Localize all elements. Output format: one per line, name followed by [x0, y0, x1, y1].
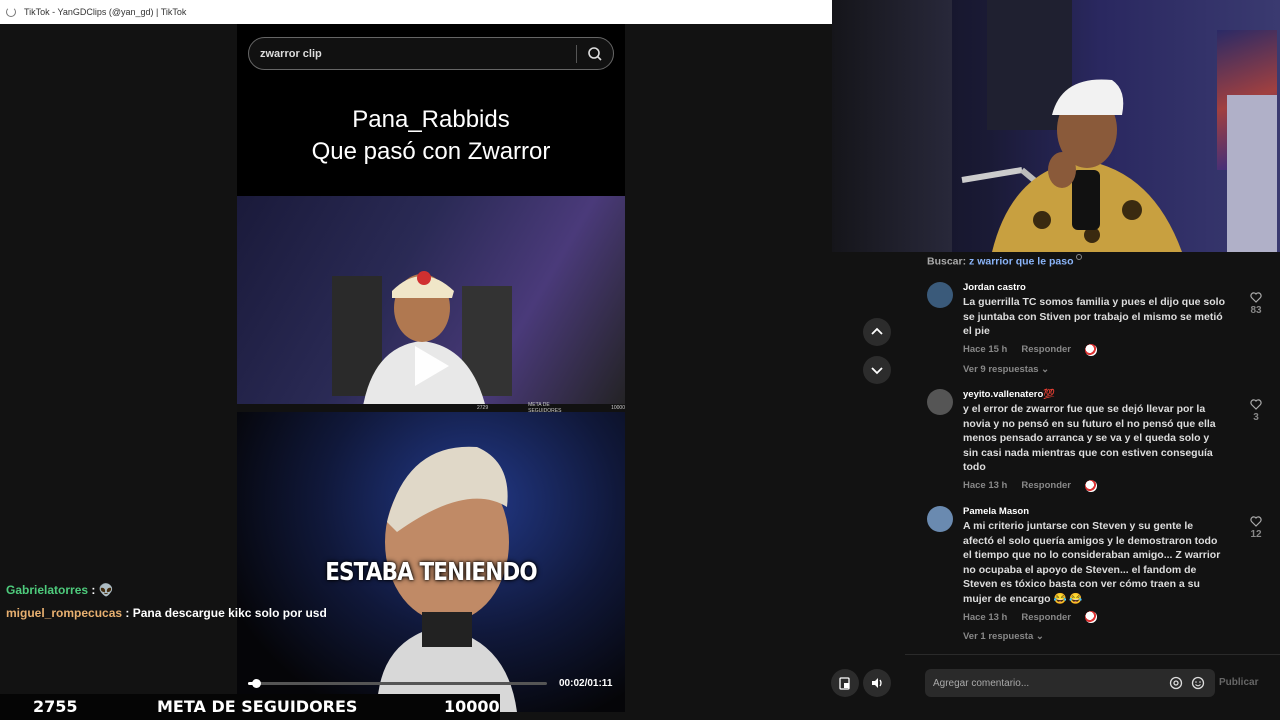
chat-username: Gabrielatorres [6, 583, 89, 597]
comment-username[interactable]: yeyito.vallenatero💯 [963, 389, 1225, 400]
search-suggestion-label: Buscar: [927, 255, 967, 268]
webcam-poster-frame [1227, 95, 1277, 252]
publish-button[interactable]: Publicar [1219, 677, 1258, 688]
progress-bar[interactable] [248, 679, 547, 688]
avatar[interactable] [927, 282, 953, 308]
follower-goal-value: 10000 [444, 697, 500, 716]
video-caption: ESTABA TENIENDO [325, 557, 537, 586]
browser-titlebar: TikTok - YanGDClips (@yan_gd) | TikTok [0, 0, 832, 24]
video-title-line2: Que pasó con Zwarror [311, 138, 551, 165]
video-time: 00:02/01:11 [559, 678, 613, 689]
reaction-icon[interactable] [1085, 611, 1097, 623]
comments-divider [905, 654, 1280, 655]
video-title: Pana_Rabbids Que pasó con Zwarror [237, 104, 625, 168]
pip-button[interactable] [831, 669, 859, 697]
webcam-door [832, 0, 952, 252]
comment-text: A mi criterio juntarse con Steven y su g… [963, 520, 1221, 605]
comment-time: Hace 15 h [963, 344, 1008, 355]
search-icon[interactable] [587, 46, 603, 62]
comment-input-placeholder: Agregar comentario... [933, 677, 1030, 689]
heart-icon [1250, 399, 1262, 410]
view-replies-label: Ver 1 respuesta [963, 631, 1034, 642]
avatar[interactable] [927, 506, 953, 532]
search-bar[interactable]: zwarror clip [248, 37, 614, 70]
webcam-overlay [832, 0, 1280, 252]
comment-text: La guerrilla TC somos familia y pues el … [963, 296, 1225, 337]
search-icon [1076, 254, 1083, 260]
previous-video-button[interactable] [863, 318, 891, 346]
chat-username: miguel_rompecucas [6, 606, 123, 620]
play-icon[interactable] [415, 346, 449, 386]
comment-username-text: yeyito.vallenatero [963, 389, 1044, 400]
webcam-streamer [961, 79, 1182, 252]
reaction-icon[interactable] [1085, 479, 1097, 492]
chevron-down-icon [871, 367, 883, 375]
volume-button[interactable] [863, 669, 891, 697]
search-input[interactable]: zwarror clip [260, 48, 322, 60]
comment-input[interactable]: Agregar comentario... [925, 669, 1215, 697]
heart-icon [1250, 516, 1262, 527]
chat-separator: : [88, 583, 96, 597]
username-emoji: 💯 [1043, 389, 1056, 400]
reply-button[interactable]: Responder [1021, 612, 1071, 623]
like-count: 83 [1250, 305, 1262, 316]
like-count: 3 [1253, 412, 1259, 423]
comments-panel: Buscar: z warrior que le paso Jordan cas… [905, 252, 1280, 720]
emoji-icon[interactable] [1191, 676, 1205, 690]
heart-icon [1250, 292, 1262, 303]
like-button[interactable]: 12 [1245, 516, 1267, 540]
avatar[interactable] [927, 389, 953, 415]
view-replies-button[interactable]: Ver 1 respuesta ⌄ [963, 631, 1225, 642]
reply-button[interactable]: Responder [1021, 344, 1071, 355]
like-button[interactable]: 83 [1245, 292, 1267, 316]
follower-goal-label: META DE SEGUIDORES [157, 697, 358, 716]
comment-text: y el error de zwarror fue que se dejó ll… [963, 403, 1216, 473]
like-count: 12 [1250, 529, 1262, 540]
refresh-icon[interactable] [6, 7, 16, 17]
embedded-label: META DE SEGUIDORES [528, 402, 562, 412]
video-frame-bottom: ESTABA TENIENDO [237, 412, 625, 712]
chevron-up-icon [871, 327, 883, 335]
chat-text: Pana descargue kikc solo por usd [129, 606, 327, 620]
search-suggestion-term[interactable]: z warrior que le paso [969, 256, 1073, 268]
search-divider [576, 45, 577, 63]
comment-username[interactable]: Jordan castro [963, 282, 1225, 293]
comment-time: Hace 13 h [963, 480, 1008, 491]
view-replies-label: Ver 9 respuestas [963, 363, 1039, 375]
video-title-line1: Pana_Rabbids [352, 106, 510, 133]
embedded-goal-strip: 2729 META DE SEGUIDORES 10000 [237, 402, 625, 412]
next-video-button[interactable] [863, 356, 891, 384]
follower-count: 2755 [33, 697, 78, 716]
embedded-count: 2729 [477, 405, 489, 411]
comment-time: Hace 13 h [963, 611, 1008, 623]
comment-username[interactable]: Pamela Mason [963, 506, 1225, 517]
progress-handle[interactable] [252, 679, 261, 688]
search-suggestion[interactable]: Buscar: z warrior que le paso [927, 254, 1083, 268]
window-title: TikTok - YanGDClips (@yan_gd) | TikTok [24, 7, 187, 17]
volume-icon [872, 678, 882, 688]
chat-message: miguel_rompecucas : Pana descargue kikc … [6, 606, 327, 620]
view-replies-button[interactable]: Ver 9 respuestas ⌄ [963, 364, 1225, 375]
chat-text: 👽 [98, 583, 114, 597]
chat-message: Gabrielatorres : 👽 [6, 583, 114, 597]
at-icon[interactable] [1169, 676, 1183, 690]
pip-icon [839, 677, 850, 690]
video-frame-top: 2729 META DE SEGUIDORES 10000 [237, 196, 625, 412]
reaction-icon[interactable] [1085, 343, 1097, 356]
follower-goal-bar: 2755 META DE SEGUIDORES 10000 [0, 694, 500, 720]
embedded-goal: 10000 [611, 405, 625, 411]
reply-button[interactable]: Responder [1021, 480, 1071, 491]
like-button[interactable]: 3 [1245, 399, 1267, 423]
